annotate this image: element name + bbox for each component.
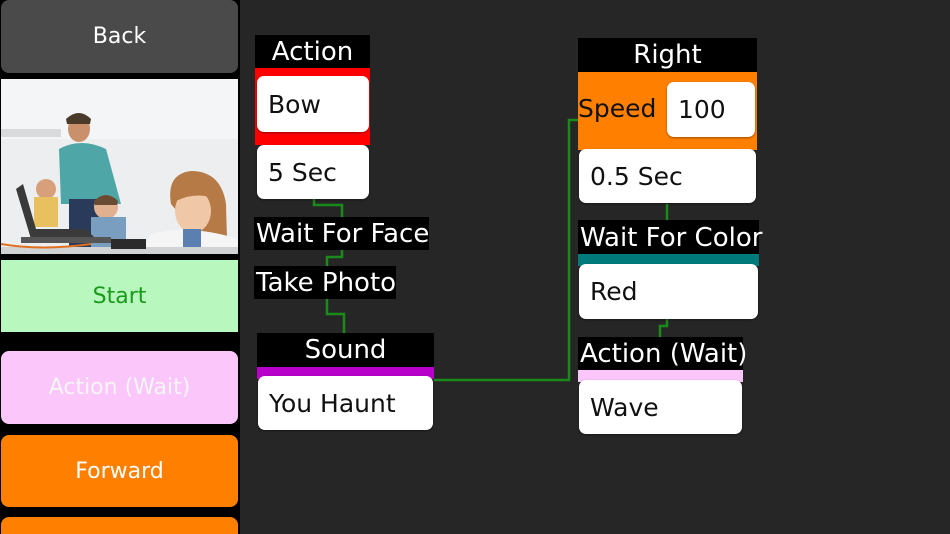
wire-sound-to-right	[434, 118, 579, 382]
action-node-title[interactable]: Action	[255, 35, 370, 68]
right-duration-field[interactable]: 0.5 Sec	[579, 149, 756, 203]
wire-photo-to-sound	[325, 298, 346, 333]
right-node-title[interactable]: Right	[578, 38, 757, 72]
wait-for-color-node-title[interactable]: Wait For Color	[578, 220, 762, 255]
robot-camera-photo	[1, 79, 238, 254]
wait-for-face-node[interactable]: Wait For Face	[254, 217, 429, 250]
action-wait-value-field[interactable]: Wave	[579, 380, 742, 434]
next-block-button[interactable]	[1, 517, 238, 534]
wire-waitcolor-to-actionwait	[658, 319, 669, 337]
action-value-field[interactable]: Bow	[257, 76, 369, 132]
sound-node-title[interactable]: Sound	[257, 333, 434, 367]
speed-label: Speed	[578, 94, 657, 123]
classroom-photo-image	[1, 79, 238, 254]
speed-value-field[interactable]: 100	[667, 82, 755, 137]
action-duration-field[interactable]: 5 Sec	[257, 145, 369, 199]
action-wait-node-title[interactable]: Action (Wait)	[578, 337, 747, 370]
block-palette-sidebar: Back Start Action (Wait) Forward	[0, 0, 240, 534]
wire-waitface-to-photo	[325, 249, 344, 267]
action-wait-block-button[interactable]: Action (Wait)	[1, 351, 238, 424]
forward-block-button[interactable]: Forward	[1, 435, 238, 507]
color-value-field[interactable]: Red	[579, 264, 758, 319]
take-photo-node[interactable]: Take Photo	[254, 266, 396, 299]
wire-action-to-waitface	[312, 198, 344, 218]
sound-value-field[interactable]: You Haunt	[258, 376, 433, 430]
start-block-button[interactable]: Start	[1, 260, 238, 332]
back-button[interactable]: Back	[1, 0, 238, 73]
